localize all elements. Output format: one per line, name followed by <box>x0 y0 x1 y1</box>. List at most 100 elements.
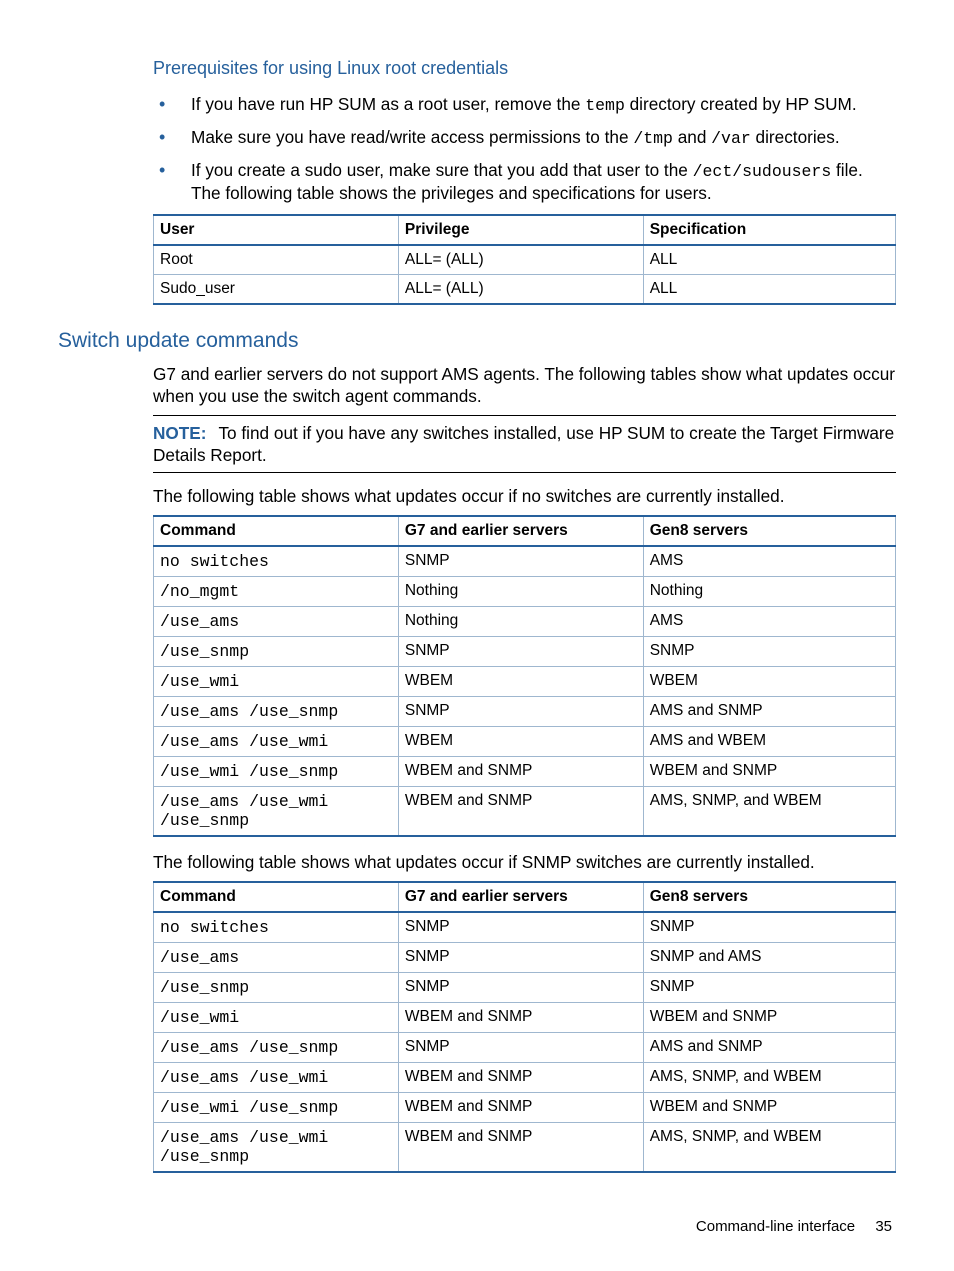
text: directories. <box>751 127 840 147</box>
table-row: RootALL= (ALL)ALL <box>154 245 896 275</box>
table-row: /use_wmi /use_snmp WBEM and SNMPWBEM and … <box>154 1093 896 1123</box>
table-cell: SNMP and AMS <box>643 943 895 973</box>
th-gen8: Gen8 servers <box>643 882 895 912</box>
table-row: /use_wmiWBEMWBEM <box>154 667 896 697</box>
table-cell: Nothing <box>398 577 643 607</box>
table-row: /use_wmiWBEM and SNMPWBEM and SNMP <box>154 1003 896 1033</box>
table-cell: no switches <box>154 546 399 577</box>
snmp-switches-table: Command G7 and earlier servers Gen8 serv… <box>153 881 896 1173</box>
command-text: /use_wmi <box>160 1008 239 1027</box>
table-cell: Sudo_user <box>154 275 399 305</box>
command-text: /use_wmi /use_snmp <box>160 762 338 781</box>
switch-p2: The following table shows what updates o… <box>153 851 896 873</box>
table-cell: ALL= (ALL) <box>398 275 643 305</box>
command-text: no switches <box>160 552 269 571</box>
table-row: no switchesSNMPSNMP <box>154 912 896 943</box>
table-cell: AMS, SNMP, and WBEM <box>643 787 895 837</box>
code: /var <box>711 129 751 148</box>
table-cell: /use_ams /use_wmi /use_snmp <box>154 787 399 837</box>
command-text: /use_ams /use_wmi /use_snmp <box>160 792 328 830</box>
table-row: /use_ams /use_wmi WBEM and SNMPAMS, SNMP,… <box>154 1063 896 1093</box>
text: Make sure you have read/write access per… <box>191 127 633 147</box>
table-cell: /use_wmi <box>154 1003 399 1033</box>
switch-intro: G7 and earlier servers do not support AM… <box>153 363 896 407</box>
table-row: /use_ams /use_wmi /use_snmpWBEM and SNMP… <box>154 1123 896 1173</box>
command-text: /use_snmp <box>160 978 249 997</box>
table-cell: SNMP <box>398 1033 643 1063</box>
table-cell: SNMP <box>398 637 643 667</box>
table-cell: /use_ams <box>154 607 399 637</box>
page-footer: Command-line interface 35 <box>696 1218 892 1235</box>
prereq-bullet-0: If you have run HP SUM as a root user, r… <box>153 93 896 116</box>
note-label: NOTE: <box>153 423 206 443</box>
prereq-bullet-2: If you create a sudo user, make sure tha… <box>153 159 896 204</box>
th-privilege: Privilege <box>398 215 643 245</box>
table-cell: AMS, SNMP, and WBEM <box>643 1123 895 1173</box>
user-privilege-table: User Privilege Specification RootALL= (A… <box>153 214 896 305</box>
text: If you have run HP SUM as a root user, r… <box>191 94 585 114</box>
th-g7: G7 and earlier servers <box>398 516 643 546</box>
table-cell: WBEM and SNMP <box>643 1003 895 1033</box>
table-row: /use_ams /use_wmi WBEMAMS and WBEM <box>154 727 896 757</box>
command-text: /use_wmi /use_snmp <box>160 1098 338 1117</box>
table-cell: WBEM and SNMP <box>643 757 895 787</box>
table-cell: ALL <box>643 275 895 305</box>
command-text: /use_wmi <box>160 672 239 691</box>
table-cell: /use_ams /use_snmp <box>154 1033 399 1063</box>
command-text: no switches <box>160 918 269 937</box>
table-cell: WBEM and SNMP <box>643 1093 895 1123</box>
prereq-bullets: If you have run HP SUM as a root user, r… <box>153 93 896 204</box>
note-box: NOTE:To find out if you have any switche… <box>153 415 896 473</box>
table-row: /use_ams /use_wmi /use_snmp WBEM and SNMP… <box>154 787 896 837</box>
table-cell: WBEM and SNMP <box>398 787 643 837</box>
table-cell: Nothing <box>398 607 643 637</box>
table-row: no switchesSNMPAMS <box>154 546 896 577</box>
table-cell: WBEM and SNMP <box>398 1093 643 1123</box>
table-cell: SNMP <box>398 697 643 727</box>
text: If you create a sudo user, make sure tha… <box>191 160 693 180</box>
table-row: /use_ams /use_snmp SNMPAMS and SNMP <box>154 697 896 727</box>
table-cell: AMS, SNMP, and WBEM <box>643 1063 895 1093</box>
table-cell: SNMP <box>398 973 643 1003</box>
table-cell: SNMP <box>643 912 895 943</box>
code: /tmp <box>633 129 673 148</box>
table-cell: WBEM <box>398 727 643 757</box>
th-specification: Specification <box>643 215 895 245</box>
prereq-heading: Prerequisites for using Linux root crede… <box>153 58 896 79</box>
command-text: /use_ams <box>160 948 239 967</box>
th-gen8: Gen8 servers <box>643 516 895 546</box>
table-cell: /use_wmi <box>154 667 399 697</box>
command-text: /use_ams /use_snmp <box>160 1038 338 1057</box>
table-cell: AMS and WBEM <box>643 727 895 757</box>
table-cell: AMS and SNMP <box>643 697 895 727</box>
table-cell: SNMP <box>643 637 895 667</box>
table-cell: SNMP <box>643 973 895 1003</box>
table-row: /use_wmi /use_snmpWBEM and SNMPWBEM and … <box>154 757 896 787</box>
table-cell: no switches <box>154 912 399 943</box>
table-cell: ALL <box>643 245 895 275</box>
th-command: Command <box>154 882 399 912</box>
table-row: /use_snmp SNMPSNMP <box>154 973 896 1003</box>
prereq-bullet-1: Make sure you have read/write access per… <box>153 126 896 149</box>
table-cell: AMS <box>643 546 895 577</box>
command-text: /use_ams /use_snmp <box>160 702 338 721</box>
table-row: /use_ams /use_snmp SNMPAMS and SNMP <box>154 1033 896 1063</box>
code: /ect/sudousers <box>693 162 832 181</box>
table-cell: /use_ams <box>154 943 399 973</box>
command-text: /use_ams /use_wmi /use_snmp <box>160 1128 328 1166</box>
table-cell: /use_wmi /use_snmp <box>154 757 399 787</box>
table-cell: /use_snmp <box>154 637 399 667</box>
code: temp <box>585 96 625 115</box>
command-text: /use_ams /use_wmi <box>160 1068 328 1087</box>
table-cell: /no_mgmt <box>154 577 399 607</box>
table-cell: /use_ams /use_snmp <box>154 697 399 727</box>
table-row: Sudo_userALL= (ALL)ALL <box>154 275 896 305</box>
table-cell: WBEM and SNMP <box>398 1063 643 1093</box>
command-text: /use_snmp <box>160 642 249 661</box>
table-cell: ALL= (ALL) <box>398 245 643 275</box>
command-text: /use_ams /use_wmi <box>160 732 328 751</box>
th-g7: G7 and earlier servers <box>398 882 643 912</box>
text: and <box>673 127 711 147</box>
switch-heading: Switch update commands <box>58 329 896 353</box>
table-cell: AMS and SNMP <box>643 1033 895 1063</box>
